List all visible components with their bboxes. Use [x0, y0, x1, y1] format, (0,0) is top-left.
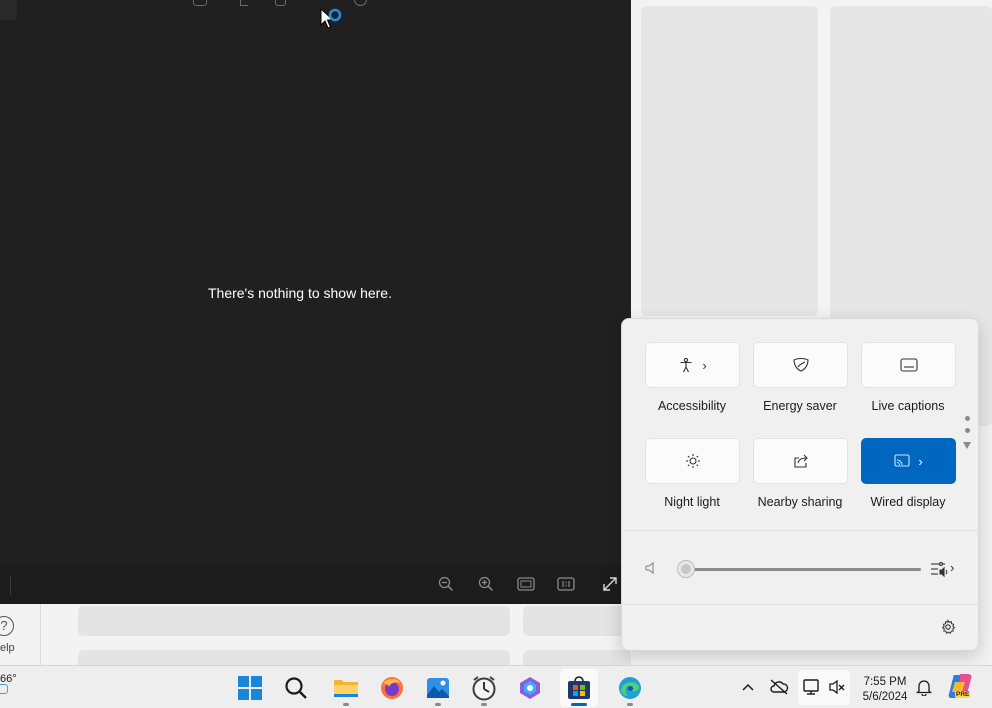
mouse-cursor-busy-icon [320, 6, 350, 30]
viewer-side-tab [0, 0, 17, 20]
nearby-sharing-label: Nearby sharing [757, 495, 843, 509]
page-indicator-dot[interactable] [965, 428, 970, 433]
file-explorer-button[interactable] [327, 669, 365, 707]
clock-time: 7:55 PM [863, 676, 907, 688]
background-card [641, 6, 818, 316]
copilot-app-button[interactable] [511, 669, 549, 707]
nearby-sharing-tile[interactable] [753, 438, 848, 484]
speaker-mute-icon[interactable] [644, 561, 658, 580]
wired-display-tile[interactable]: › [861, 438, 956, 484]
audio-output-icon[interactable] [930, 560, 948, 583]
accessibility-label: Accessibility [657, 399, 727, 413]
volume-slider-track[interactable] [685, 568, 921, 571]
photos-icon [427, 678, 449, 698]
toolbar-edit-icon[interactable] [193, 0, 207, 6]
zoom-out-icon[interactable] [437, 575, 455, 593]
divider [622, 604, 978, 605]
search-button[interactable] [277, 669, 315, 707]
full-screen-icon[interactable] [601, 575, 619, 593]
volume-slider-thumb[interactable] [678, 561, 694, 577]
show-hidden-icons-chevron-up-icon[interactable] [737, 676, 759, 698]
running-indicator [627, 703, 633, 706]
night-light-tile[interactable] [645, 438, 740, 484]
network-display-icon[interactable] [801, 676, 823, 698]
onedrive-offline-icon[interactable] [768, 676, 790, 698]
system-clock[interactable]: 7:55 PM 5/6/2024 [856, 675, 914, 705]
clock-app-button[interactable] [465, 669, 503, 707]
background-bottom-area [0, 604, 631, 670]
nearby-sharing-icon [793, 453, 809, 469]
quick-settings-panel: › Accessibility Energy saver Live captio… [621, 318, 979, 651]
wired-display-icon [894, 454, 910, 468]
notification-bell-icon[interactable] [913, 676, 935, 698]
start-icon [238, 676, 262, 700]
energy-saver-label: Energy saver [763, 399, 837, 413]
clock-app-icon [472, 676, 496, 701]
zoom-in-icon[interactable] [477, 575, 495, 593]
volume-muted-icon[interactable] [826, 676, 848, 698]
empty-state-message: There's nothing to show here. [207, 285, 392, 301]
running-indicator [481, 703, 487, 706]
running-indicator [343, 703, 349, 706]
chevron-right-icon[interactable]: › [702, 358, 706, 373]
microsoft-store-button[interactable] [560, 669, 598, 707]
background-bar [78, 606, 510, 636]
copilot-preview-button[interactable]: PRE [946, 672, 974, 702]
viewer-bottom-toolbar [0, 565, 631, 604]
toolbar-delete-icon[interactable] [275, 0, 286, 6]
toolbar-divider [10, 575, 11, 595]
photo-viewer-window: There's nothing to show here. [0, 0, 631, 604]
photos-button[interactable] [419, 669, 457, 707]
help-icon[interactable]: ? [0, 616, 14, 636]
divider [622, 530, 978, 531]
page-down-icon[interactable] [963, 442, 971, 449]
accessibility-icon [678, 357, 694, 373]
fit-to-window-icon[interactable] [517, 575, 535, 593]
live-captions-label: Live captions [871, 399, 945, 413]
night-light-icon [685, 453, 701, 469]
accessibility-tile[interactable]: › [645, 342, 740, 388]
live-captions-icon [899, 358, 918, 372]
toolbar-more-icon[interactable] [354, 0, 367, 6]
microsoft-store-icon [568, 676, 590, 699]
weather-icon[interactable] [0, 684, 8, 694]
page-indicator-dot[interactable] [965, 416, 970, 421]
help-sidebar: ? elp [0, 604, 41, 665]
firefox-icon [381, 677, 403, 699]
firefox-button[interactable] [373, 669, 411, 707]
file-explorer-icon [334, 680, 358, 697]
wired-display-label: Wired display [870, 495, 946, 509]
weather-temperature[interactable]: 66° [0, 673, 17, 685]
taskbar: 66° 7:55 PM 5/6/2024 PRE [0, 665, 992, 708]
night-light-label: Night light [664, 495, 720, 509]
clock-date: 5/6/2024 [862, 691, 908, 703]
energy-saver-tile[interactable] [753, 342, 848, 388]
running-indicator [435, 703, 441, 706]
preview-badge: PRE [955, 691, 971, 698]
settings-gear-icon[interactable] [940, 619, 956, 640]
start-button[interactable] [231, 669, 269, 707]
live-captions-tile[interactable] [861, 342, 956, 388]
help-label[interactable]: elp [0, 642, 15, 654]
toolbar-crop-icon[interactable] [240, 0, 248, 6]
energy-saver-icon [792, 357, 810, 373]
edge-icon [619, 677, 641, 699]
edge-button[interactable] [611, 669, 649, 707]
background-bar [523, 606, 631, 636]
active-app-indicator [571, 703, 587, 706]
chevron-right-icon[interactable]: › [918, 454, 922, 469]
search-icon [285, 677, 307, 699]
chevron-right-icon[interactable]: › [950, 560, 954, 575]
actual-size-icon[interactable] [557, 575, 575, 593]
copilot-app-icon [520, 677, 540, 699]
